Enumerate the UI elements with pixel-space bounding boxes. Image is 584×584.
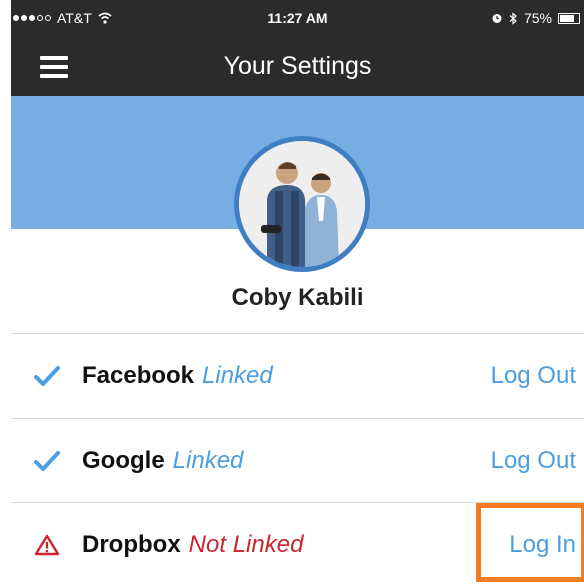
highlight-box: [476, 503, 584, 582]
service-name: Facebook: [82, 362, 195, 389]
battery-icon: [558, 12, 580, 24]
battery-level: [560, 14, 574, 22]
battery-percent: 75%: [523, 10, 552, 26]
account-row-google: Google Linked Log Out: [11, 419, 584, 503]
bluetooth-icon: [509, 11, 517, 25]
account-row-facebook: Facebook Linked Log Out: [11, 334, 584, 418]
service-name: Dropbox: [82, 531, 181, 558]
profile-photo-illustration: [239, 141, 365, 267]
user-name: Coby Kabili: [231, 284, 364, 311]
page-title: Your Settings: [223, 52, 372, 80]
alarm-icon: [492, 14, 502, 23]
settings-screen: AT&T 11:27 AM 75% Your Settings Coby Kab…: [11, 0, 584, 584]
status-right: 75%: [491, 10, 580, 26]
link-status: Not Linked: [188, 531, 304, 558]
facebook-log-out-button[interactable]: Log Out: [491, 362, 576, 390]
avatar: [234, 136, 370, 272]
status-bar: AT&T 11:27 AM 75%: [11, 0, 584, 40]
warning-triangle-icon: [34, 534, 60, 556]
link-status: Linked: [202, 362, 273, 389]
account-label: Dropbox Not Linked: [82, 531, 303, 559]
account-label: Google Linked: [82, 447, 243, 475]
checkmark-icon: [34, 366, 60, 386]
service-name: Google: [82, 447, 165, 474]
checkmark-icon: [34, 451, 60, 471]
profile-photo: [239, 141, 365, 267]
account-label: Facebook Linked: [82, 362, 273, 390]
google-log-out-button[interactable]: Log Out: [491, 447, 576, 475]
navigation-bar: Your Settings: [11, 40, 584, 96]
link-status: Linked: [172, 447, 244, 474]
